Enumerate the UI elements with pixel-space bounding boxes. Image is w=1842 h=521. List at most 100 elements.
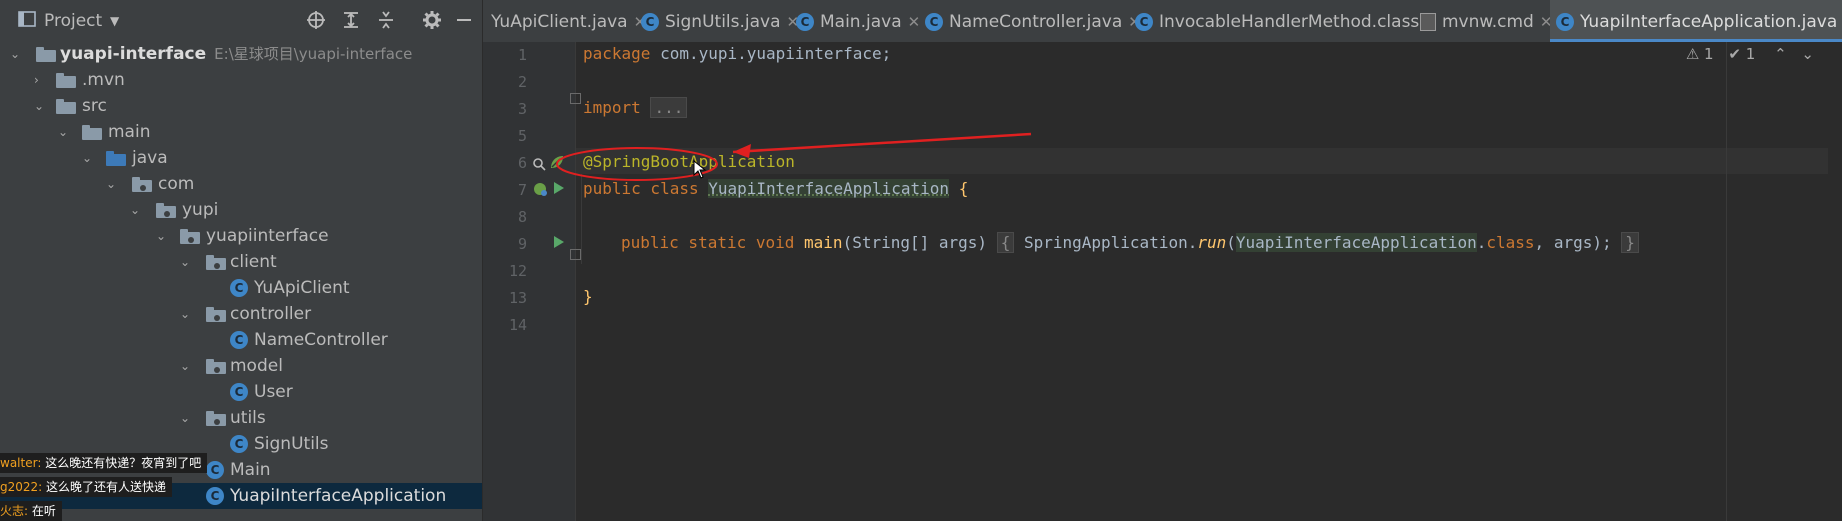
tab-yuapiclient[interactable]: YuApiClient.java ✕ <box>491 0 646 42</box>
check-icon: ✔ <box>1728 45 1741 63</box>
tree-item-class[interactable]: C YuApiClient <box>0 275 482 301</box>
chevron-down-icon[interactable]: ⌄ <box>130 197 144 223</box>
cmd-file-icon <box>1420 13 1436 31</box>
tab-main[interactable]: C Main.java ✕ <box>796 0 920 42</box>
package-icon <box>206 409 226 427</box>
tree-item-label: YuApiClient <box>254 275 350 301</box>
close-icon[interactable]: ✕ <box>908 13 921 31</box>
tab-label: YuApiClient.java <box>491 12 628 32</box>
tree-item-package[interactable]: ⌄ model <box>0 353 482 379</box>
chevron-down-icon[interactable]: ▼ <box>110 10 119 32</box>
tree-item-label: controller <box>230 301 311 327</box>
tree-item-package[interactable]: ⌄ controller <box>0 301 482 327</box>
tree-item-label: main <box>108 119 150 145</box>
chevron-down-icon[interactable]: ⌄ <box>180 249 194 275</box>
tree-item-folder[interactable]: ⌄ main <box>0 119 482 145</box>
tab-label: mvnw.cmd <box>1442 12 1534 32</box>
warning-count: 1 <box>1704 45 1714 63</box>
tree-item-label: yupi <box>182 197 218 223</box>
tree-item-label: .mvn <box>82 67 125 93</box>
class-icon: C <box>641 13 659 31</box>
tree-item-label: Main <box>230 457 271 483</box>
project-view-title[interactable]: Project <box>44 10 102 32</box>
annotation-arrow-line <box>733 134 1031 152</box>
tab-yuapiinterfaceapplication[interactable]: CYuapiInterfaceApplication.java✕ <box>1550 0 1842 42</box>
chat-text: 这么晚了还有人送快递 <box>46 480 166 494</box>
package-icon <box>156 201 176 219</box>
code-editor[interactable]: 1 2 3 5 6 7 8 9 12 13 14 package com.yup… <box>483 42 1842 521</box>
class-icon: C <box>230 435 250 453</box>
tree-item-label: java <box>132 145 168 171</box>
chevron-right-icon[interactable]: › <box>34 67 48 93</box>
module-path: E:\星球项目\yuapi-interface <box>214 45 412 63</box>
class-icon: C <box>230 331 250 349</box>
collapse-all-icon[interactable] <box>376 10 396 32</box>
class-icon: C <box>206 461 226 479</box>
chevron-up-icon[interactable]: ⌃ <box>1774 45 1787 63</box>
tree-item-label: client <box>230 249 277 275</box>
gear-icon[interactable] <box>422 10 442 32</box>
minimize-icon[interactable] <box>455 10 473 32</box>
tree-item-label: utils <box>230 405 266 431</box>
tab-mvnw-cmd[interactable]: mvnw.cmd ✕ <box>1420 0 1552 42</box>
chevron-down-icon[interactable]: ⌄ <box>10 41 24 67</box>
tab-invocablehandlermethod[interactable]: CInvocableHandlerMethod.class✕ <box>1135 0 1438 42</box>
check-count: 1 <box>1746 45 1756 63</box>
warning-icon: ⚠ <box>1686 45 1699 63</box>
inspection-indicators[interactable]: ⚠ 1 ✔ 1 ⌃ ⌄ <box>1686 45 1814 63</box>
tree-item-label: com <box>158 171 194 197</box>
tree-item-folder[interactable]: ⌄ src <box>0 93 482 119</box>
tree-item-folder[interactable]: › .mvn <box>0 67 482 93</box>
chevron-down-icon[interactable]: ⌄ <box>106 171 120 197</box>
chat-message: walter: 这么晚还有快递？夜宵到了吧 <box>0 453 207 473</box>
tab-label: NameController.java <box>949 12 1122 32</box>
tree-item-label: yuapi-interface <box>60 44 206 64</box>
package-icon <box>206 253 226 271</box>
chevron-down-icon[interactable]: ⌄ <box>1801 45 1814 63</box>
tree-item-package[interactable]: ⌄ utils <box>0 405 482 431</box>
class-icon: C <box>230 279 250 297</box>
chat-text: 在听 <box>32 504 56 518</box>
tree-item-package[interactable]: ⌄ com <box>0 171 482 197</box>
tree-item-label: YuapiInterfaceApplication <box>230 483 446 509</box>
project-toolbar: Project ▼ <box>0 0 482 42</box>
class-icon: C <box>230 383 250 401</box>
tab-signutils[interactable]: C SignUtils.java ✕ <box>641 0 799 42</box>
chat-nick: walter: <box>0 456 41 470</box>
project-panel: Project ▼ ⌄ yuapi-interface E:\星球项目\yuapi… <box>0 0 483 521</box>
mouse-cursor-icon <box>693 160 707 180</box>
expand-all-icon[interactable] <box>341 10 361 32</box>
tree-item-package[interactable]: ⌄ client <box>0 249 482 275</box>
tree-item-package[interactable]: ⌄ yuapiinterface <box>0 223 482 249</box>
chevron-down-icon[interactable]: ⌄ <box>156 223 170 249</box>
tab-namecontroller[interactable]: CNameController.java✕ <box>925 0 1141 42</box>
chat-message: 火志: 在听 <box>0 501 62 521</box>
annotation-arrow-head <box>733 144 751 158</box>
chevron-down-icon[interactable]: ⌄ <box>180 301 194 327</box>
source-folder-icon <box>106 149 126 167</box>
folder-icon <box>82 123 102 141</box>
red-annotation-overlay <box>483 42 1842 521</box>
chat-nick: 火志: <box>0 504 28 518</box>
class-icon: C <box>796 13 814 31</box>
tree-item-label: model <box>230 353 283 379</box>
chat-message: g2022: 这么晚了还有人送快递 <box>0 477 172 497</box>
class-icon: C <box>1135 13 1153 31</box>
chevron-down-icon[interactable]: ⌄ <box>82 145 96 171</box>
project-view-icon[interactable] <box>18 10 38 32</box>
tree-item-label: SignUtils <box>254 431 329 457</box>
chevron-down-icon[interactable]: ⌄ <box>180 353 194 379</box>
locate-icon[interactable] <box>306 10 326 32</box>
tab-label: SignUtils.java <box>665 12 781 32</box>
chevron-down-icon[interactable]: ⌄ <box>180 405 194 431</box>
chevron-down-icon[interactable]: ⌄ <box>58 119 72 145</box>
editor-scrollbar[interactable] <box>1828 42 1842 521</box>
tree-item-label: User <box>254 379 293 405</box>
tree-item-module[interactable]: ⌄ yuapi-interface E:\星球项目\yuapi-interface <box>0 41 482 67</box>
class-icon: C <box>925 13 943 31</box>
tree-item-source-folder[interactable]: ⌄ java <box>0 145 482 171</box>
tree-item-class[interactable]: C NameController <box>0 327 482 353</box>
tree-item-class[interactable]: C User <box>0 379 482 405</box>
tree-item-package[interactable]: ⌄ yupi <box>0 197 482 223</box>
chevron-down-icon[interactable]: ⌄ <box>34 93 48 119</box>
